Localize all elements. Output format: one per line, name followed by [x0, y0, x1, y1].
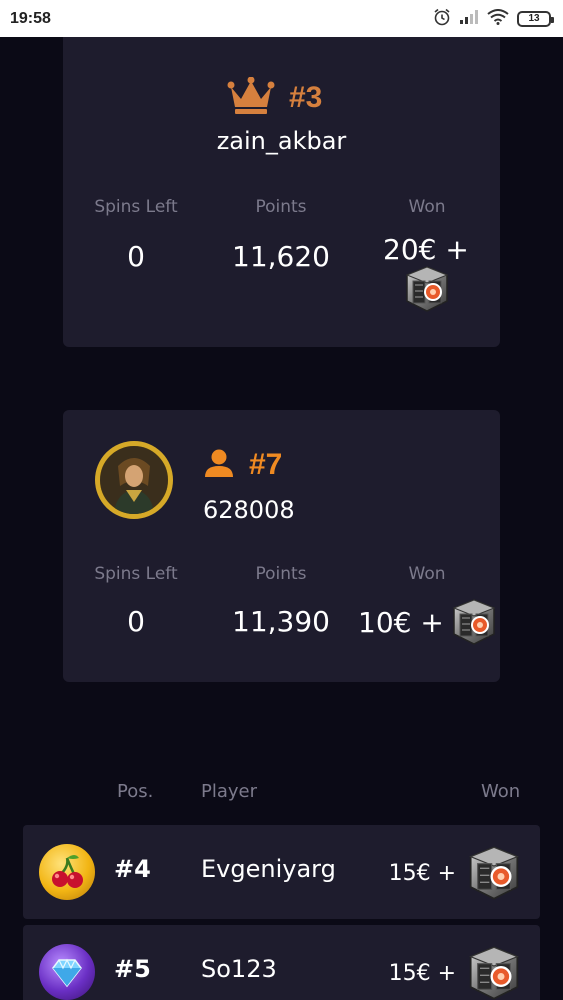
points-label: Points [255, 197, 307, 217]
chest-icon [466, 945, 522, 1000]
row-won-value: 15€ + [388, 960, 456, 986]
column-header-pos: Pos. [117, 781, 154, 802]
chest-icon [450, 598, 498, 646]
row-position: #5 [114, 955, 151, 983]
wifi-icon [487, 8, 509, 29]
row-won-value: 15€ + [388, 860, 456, 886]
username: zain_akbar [216, 127, 347, 155]
my-rank-card: #7 628008 Spins Left Points Won 0 11,390… [63, 410, 500, 682]
spins-left-value: 0 [127, 240, 145, 273]
row-won: 15€ + [389, 845, 522, 901]
crown-icon [227, 76, 275, 119]
row-won: 15€ + [389, 945, 522, 1000]
rank-row: #3 [227, 76, 323, 119]
rank-number: #7 [249, 448, 283, 481]
row-player: So123 [201, 955, 277, 983]
column-header-player: Player [201, 781, 258, 802]
status-icons: 13 [433, 8, 554, 30]
leader-card-rank-3: #3 zain_akbar Spins Left Points Won 0 11… [63, 37, 500, 347]
alarm-icon [433, 8, 451, 30]
won-value-group: 10€ + [358, 598, 498, 646]
spins-left-label: Spins Left [94, 197, 178, 217]
diamond-icon [39, 944, 95, 1000]
won-value: 20€ + [383, 233, 469, 266]
signal-icon [459, 9, 479, 29]
spins-left-label: Spins Left [94, 564, 178, 584]
rank-number: #3 [289, 81, 323, 114]
points-value: 11,620 [232, 240, 330, 273]
table-row[interactable]: #5 So123 15€ + [23, 925, 540, 1000]
won-label: Won [408, 197, 446, 217]
battery-icon: 13 [517, 10, 554, 27]
status-bar: 19:58 13 [0, 0, 563, 37]
username: 628008 [203, 496, 295, 524]
row-player: Evgeniyarg [201, 855, 336, 883]
cherries-icon [39, 844, 95, 900]
won-value: 10€ + [358, 605, 444, 639]
avatar [95, 441, 173, 519]
won-label: Won [408, 564, 446, 584]
column-header-won: Won [481, 781, 521, 802]
chest-icon [466, 845, 522, 901]
row-position: #4 [114, 855, 151, 883]
user-icon [203, 448, 235, 482]
points-value: 11,390 [232, 605, 330, 638]
status-time: 19:58 [10, 9, 51, 27]
spins-left-value: 0 [127, 605, 145, 638]
points-label: Points [255, 564, 307, 584]
rank-row: #7 [203, 448, 282, 482]
table-row[interactable]: #4 Evgeniyarg 15€ + [23, 825, 540, 919]
chest-icon [403, 265, 451, 313]
